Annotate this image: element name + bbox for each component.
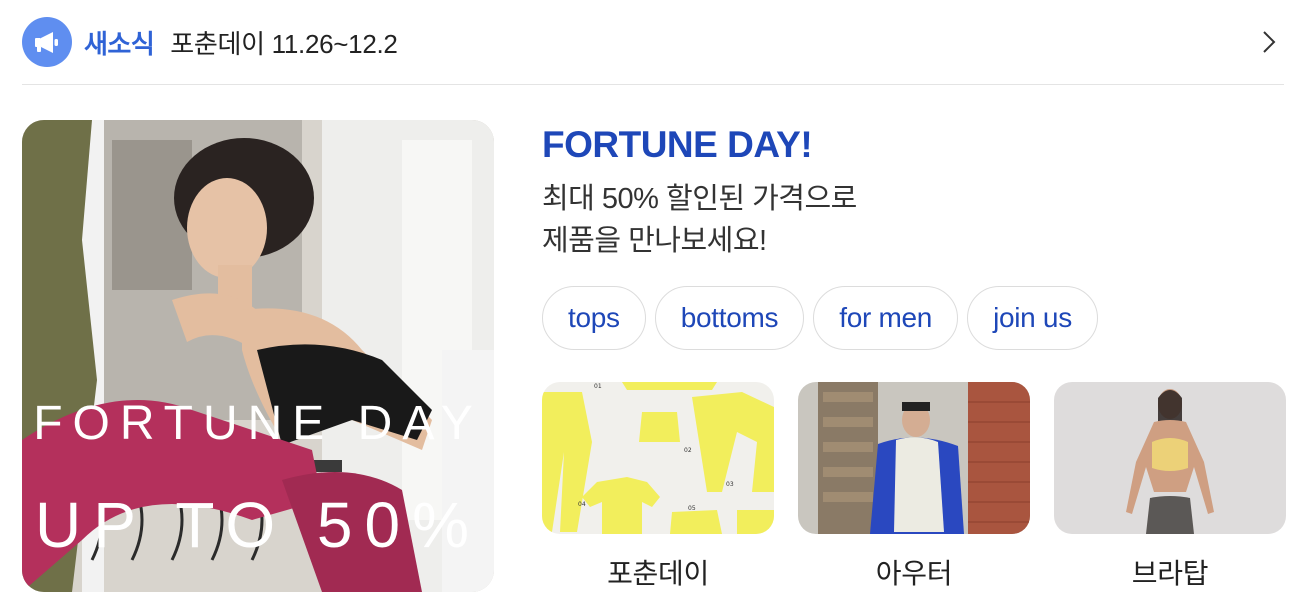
thumb-label: 포춘데이 xyxy=(607,558,709,589)
category-chips: tops bottoms for men join us xyxy=(542,286,1098,350)
image-label-02: 02 xyxy=(684,447,692,454)
chip-join-us[interactable]: join us xyxy=(967,286,1098,350)
news-bar[interactable]: 새소식 포춘데이 11.26~12.2 xyxy=(22,16,1284,68)
chevron-right-icon[interactable] xyxy=(1254,27,1284,57)
hero-banner[interactable]: FORTUNE DAY UP TO 50% xyxy=(22,120,494,592)
thumb-fortune-day[interactable]: 01 02 03 04 05 포춘데이 xyxy=(542,382,774,592)
chip-bottoms[interactable]: bottoms xyxy=(654,286,805,350)
chip-for-men[interactable]: for men xyxy=(813,286,959,350)
thumb-label: 브라탑 xyxy=(1131,558,1209,589)
promo-desc-line1: 최대 50% 할인된 가격으로 xyxy=(542,183,857,215)
image-label-03: 03 xyxy=(726,481,734,488)
thumb-outer[interactable]: 아우터 xyxy=(798,382,1030,592)
hero-subtitle: UP TO 50% xyxy=(35,489,481,561)
thumb-image xyxy=(1054,382,1286,534)
promo-desc-line2: 제품을 만나보세요! xyxy=(542,225,767,257)
promo-title[interactable]: FORTUNE DAY! xyxy=(542,124,813,166)
megaphone-icon xyxy=(22,17,72,67)
thumb-label: 아우터 xyxy=(875,558,953,589)
thumb-bra-top[interactable]: 브라탑 xyxy=(1054,382,1286,592)
image-label-05: 05 xyxy=(688,505,696,512)
thumb-image xyxy=(798,382,1030,534)
chip-tops[interactable]: tops xyxy=(542,286,646,350)
promo-description: 최대 50% 할인된 가격으로 제품을 만나보세요! xyxy=(542,178,857,262)
hero-title: FORTUNE DAY xyxy=(33,397,483,450)
news-label: 새소식 xyxy=(84,28,155,59)
divider xyxy=(22,84,1284,85)
image-label-01: 01 xyxy=(594,383,602,390)
thumb-image: 01 02 03 04 05 xyxy=(542,382,774,534)
image-label-04: 04 xyxy=(578,501,586,508)
news-text[interactable]: 포춘데이 11.26~12.2 xyxy=(170,24,398,61)
thumbnail-list: 01 02 03 04 05 포춘데이 아우터 브라탑 xyxy=(542,382,1286,592)
